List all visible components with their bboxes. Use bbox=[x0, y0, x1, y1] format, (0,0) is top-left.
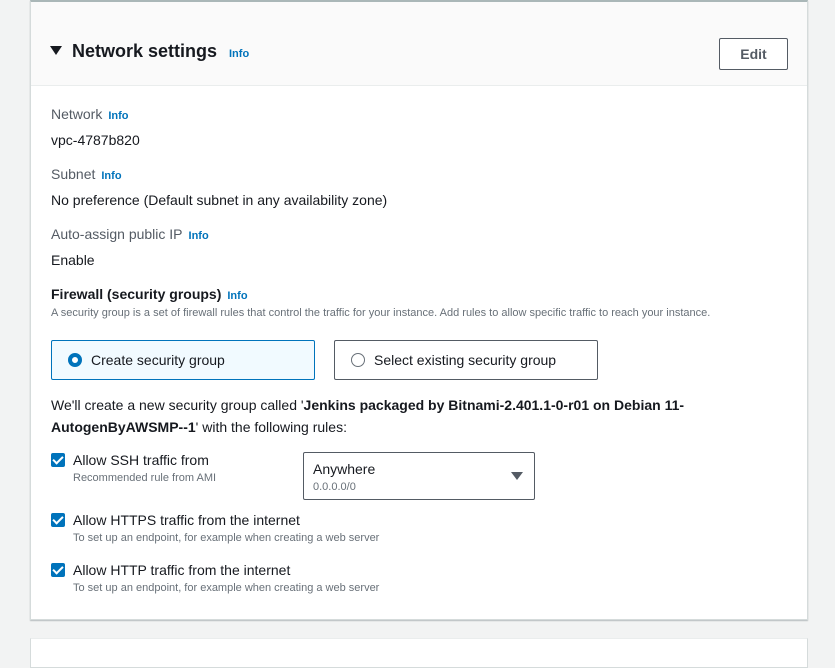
security-group-note: We'll create a new security group called… bbox=[51, 397, 685, 435]
caret-down-icon bbox=[511, 472, 523, 480]
public-ip-value: Enable bbox=[51, 252, 95, 268]
subnet-value: No preference (Default subnet in any ava… bbox=[51, 192, 388, 208]
ssh-rule-label: Allow SSH traffic from bbox=[73, 452, 209, 468]
public-ip-label: Auto-assign public IP Info bbox=[51, 226, 209, 242]
select-existing-security-group-option[interactable]: Select existing security group bbox=[334, 340, 598, 380]
https-rule-checkbox[interactable] bbox=[51, 513, 65, 527]
network-info-link[interactable]: Info bbox=[108, 110, 128, 122]
public-ip-info-link[interactable]: Info bbox=[189, 230, 209, 242]
ssh-rule-checkbox[interactable] bbox=[51, 453, 65, 467]
create-security-group-label: Create security group bbox=[91, 352, 225, 368]
panel-header: Network settings Info Edit bbox=[31, 2, 807, 86]
http-rule-description: To set up an endpoint, for example when … bbox=[73, 582, 380, 594]
ssh-rule-description: Recommended rule from AMI bbox=[73, 472, 217, 484]
network-label: Network Info bbox=[51, 106, 129, 122]
panel-title: Network settings bbox=[72, 41, 218, 61]
http-rule-label: Allow HTTP traffic from the internet bbox=[73, 562, 291, 578]
collapse-caret-icon[interactable] bbox=[50, 46, 62, 55]
network-value: vpc-4787b820 bbox=[51, 132, 140, 148]
select-existing-security-group-label: Select existing security group bbox=[374, 352, 557, 368]
http-rule-checkbox[interactable] bbox=[51, 563, 65, 577]
radio-selected-icon[interactable] bbox=[68, 353, 82, 367]
https-rule-description: To set up an endpoint, for example when … bbox=[73, 532, 380, 544]
firewall-info-link[interactable]: Info bbox=[227, 290, 247, 302]
ssh-source-cidr: 0.0.0.0/0 bbox=[313, 481, 356, 493]
title-info-link[interactable]: Info bbox=[229, 48, 249, 60]
firewall-label: Firewall (security groups) Info bbox=[51, 286, 248, 302]
create-security-group-option[interactable]: Create security group bbox=[51, 340, 315, 380]
edit-button[interactable]: Edit bbox=[719, 38, 788, 70]
radio-unselected-icon[interactable] bbox=[351, 353, 365, 367]
https-rule-label: Allow HTTPS traffic from the internet bbox=[73, 512, 300, 528]
ssh-source-value: Anywhere bbox=[313, 461, 376, 477]
firewall-description: A security group is a set of firewall ru… bbox=[51, 307, 711, 319]
network-settings-panel: Network settings Info Edit Network Info v… bbox=[30, 0, 808, 620]
subnet-label: Subnet Info bbox=[51, 166, 122, 182]
ssh-source-select[interactable]: Anywhere 0.0.0.0/0 bbox=[303, 452, 535, 500]
next-section-panel bbox=[30, 638, 808, 668]
subnet-info-link[interactable]: Info bbox=[101, 170, 121, 182]
